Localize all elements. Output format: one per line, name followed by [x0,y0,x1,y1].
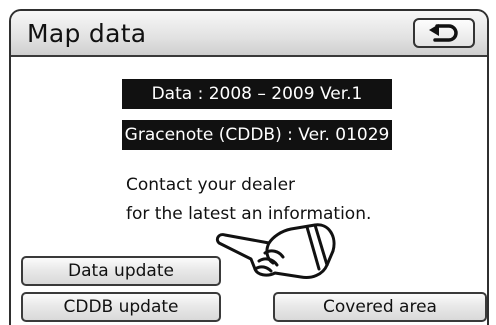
cddb-version-display: Gracenote (CDDB) : Ver. 01029 [122,120,392,150]
cddb-update-button[interactable]: CDDB update [21,292,221,322]
back-button[interactable] [413,18,475,48]
contact-message-line1: Contact your dealer [126,175,296,195]
screen: Map data Data : 2008 – 2009 Ver.1 Gracen… [0,0,496,325]
pointing-hand-icon [215,223,336,279]
covered-area-button[interactable]: Covered area [273,292,487,322]
data-update-button[interactable]: Data update [21,256,221,286]
map-data-panel: Map data Data : 2008 – 2009 Ver.1 Gracen… [9,9,489,325]
header-bar: Map data [11,11,487,57]
return-arrow-icon [429,24,458,42]
page-title: Map data [27,19,147,48]
data-version-display: Data : 2008 – 2009 Ver.1 [122,79,392,109]
